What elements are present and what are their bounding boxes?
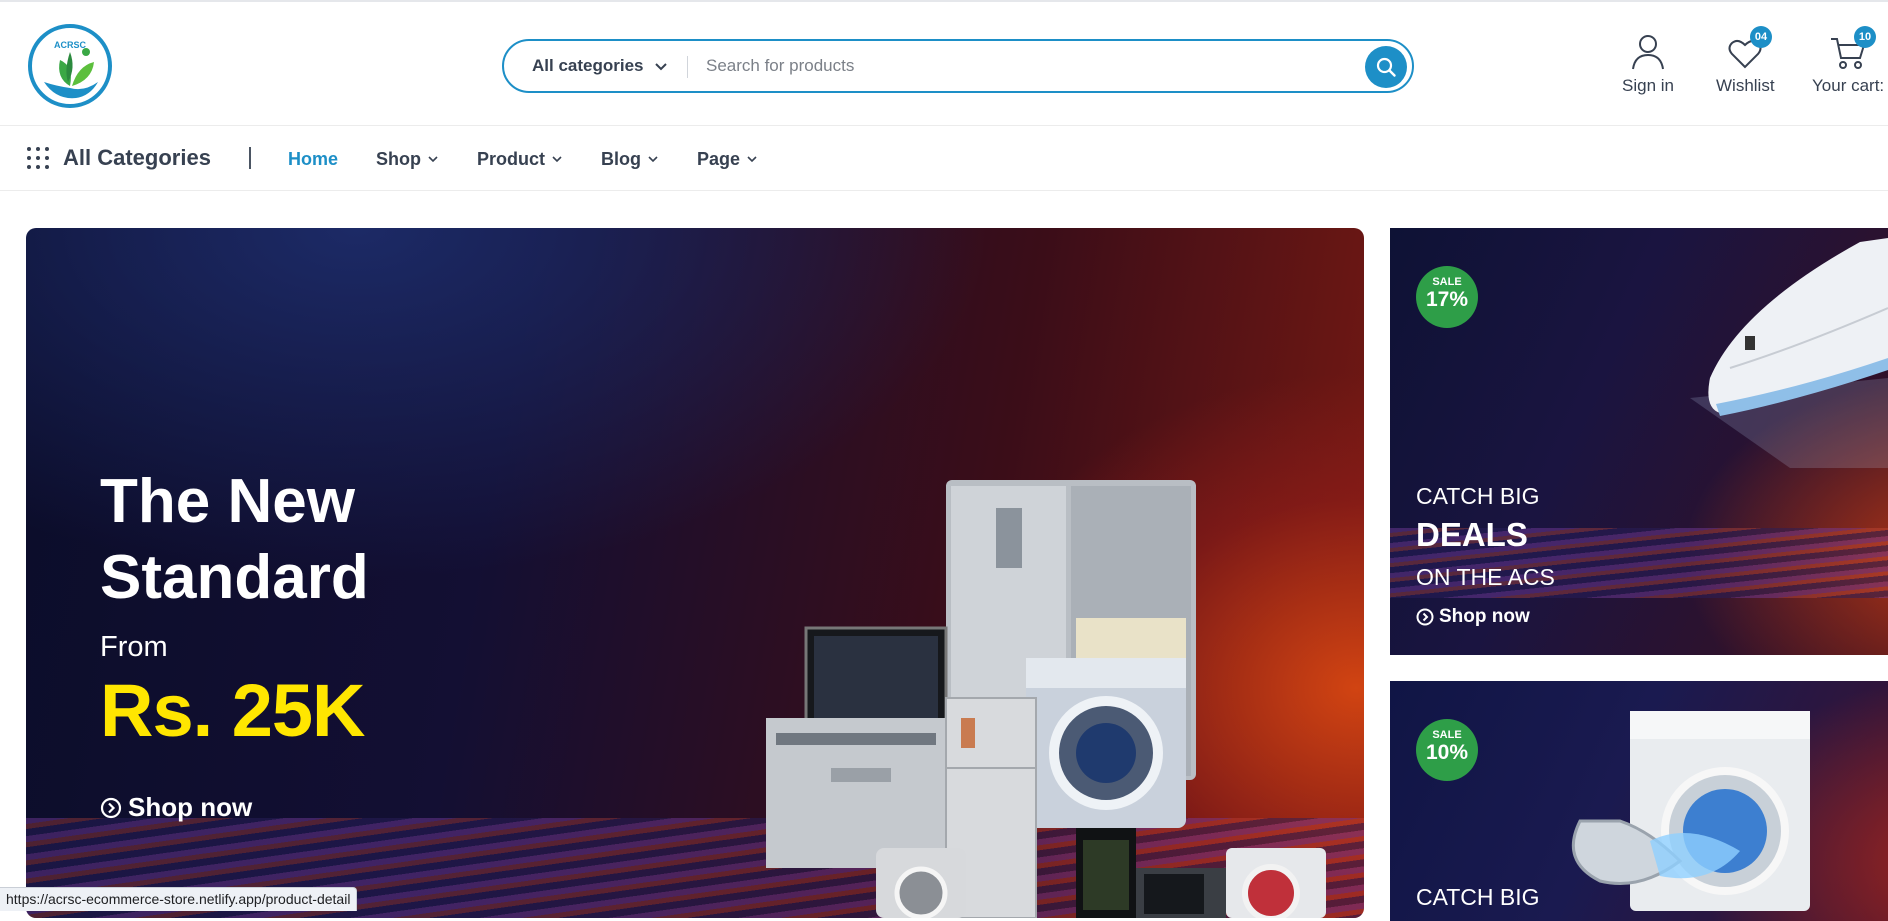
cart-button[interactable]: 10 Your cart: <box>1812 26 1885 96</box>
chevron-down-icon <box>747 156 757 163</box>
search-button[interactable] <box>1365 46 1407 88</box>
ac-deals-banner[interactable]: SALE 17% CATCH BIG DEALS ON THE ACS Shop… <box>1390 228 1888 655</box>
banner-line3: ON THE ACS <box>1416 564 1555 590</box>
search-bar: All categories <box>502 39 1414 93</box>
grid-dots-icon <box>27 147 49 169</box>
nav-item-blog[interactable]: Blog <box>601 149 659 170</box>
home-appliances-image <box>766 480 1326 918</box>
all-categories-button[interactable]: All Categories <box>27 145 211 171</box>
sale-badge-percent: 17% <box>1425 288 1469 311</box>
nav-item-product[interactable]: Product <box>477 149 563 170</box>
signin-label: Sign in <box>1622 76 1674 95</box>
nav-item-home[interactable]: Home <box>288 149 338 170</box>
nav-item-label: Blog <box>601 148 642 169</box>
hero-from-label: From <box>100 631 168 663</box>
signin-button[interactable]: Sign in <box>1622 30 1674 96</box>
nav-item-shop[interactable]: Shop <box>376 149 439 170</box>
wishlist-count-badge: 04 <box>1750 26 1772 48</box>
wishlist-button[interactable]: 04 Wishlist <box>1716 26 1775 96</box>
chevron-down-icon <box>428 156 438 163</box>
chevron-down-icon <box>552 156 562 163</box>
nav-divider <box>249 147 251 169</box>
sale-badge-label: SALE <box>1432 276 1462 288</box>
air-conditioner-image <box>1690 238 1888 468</box>
chevron-down-icon <box>648 156 658 163</box>
all-categories-label: All Categories <box>63 145 211 170</box>
cart-count-badge: 10 <box>1854 26 1876 48</box>
site-logo[interactable]: ACRSC <box>26 22 114 110</box>
sale-badge: SALE 17% <box>1416 266 1478 328</box>
main-nav: All Categories Home Shop Product Blog Pa… <box>0 127 1888 191</box>
banner-line1: CATCH BIG <box>1416 483 1540 509</box>
circle-chevron-right-icon <box>1416 608 1434 626</box>
washer-deals-banner[interactable]: SALE 10% CATCH BIG <box>1390 681 1888 921</box>
hero-headline-line2: Standard <box>100 543 369 612</box>
hero-headline: The New Standard <box>100 464 520 616</box>
ac-shop-now-label: Shop now <box>1439 606 1530 627</box>
chevron-down-icon <box>654 63 667 71</box>
category-select[interactable]: All categories <box>532 41 668 91</box>
search-icon <box>1376 57 1396 77</box>
logo-text: ACRSC <box>54 40 87 50</box>
cart-label: Your cart: <box>1812 76 1885 95</box>
ac-shop-now-link[interactable]: Shop now <box>1416 606 1530 628</box>
hero-banner[interactable]: The New Standard From Rs. 25K Shop now <box>26 228 1364 918</box>
search-divider <box>687 56 688 78</box>
sale-badge-percent: 10% <box>1425 741 1469 764</box>
banner-line1: CATCH BIG <box>1416 884 1540 910</box>
nav-item-label: Home <box>288 148 339 169</box>
category-select-label: All categories <box>532 56 644 75</box>
logo-emblem-icon: ACRSC <box>28 24 112 108</box>
hero-headline-line1: The New <box>100 467 355 536</box>
banner-line2: DEALS <box>1416 516 1528 553</box>
nav-item-label: Product <box>477 148 546 169</box>
hero-price: Rs. 25K <box>100 669 365 752</box>
link-status-url: https://acrsc-ecommerce-store.netlify.ap… <box>0 887 358 911</box>
washing-machine-image <box>1571 711 1810 911</box>
user-icon <box>1631 35 1664 70</box>
search-input[interactable] <box>706 50 1346 82</box>
hero-shop-now-label: Shop now <box>128 792 253 822</box>
nav-menu: Home Shop Product Blog Page <box>288 127 758 191</box>
site-header: ACRSC All categories Sign in 04 Wishlist… <box>0 2 1888 126</box>
nav-item-label: Shop <box>376 148 422 169</box>
wishlist-label: Wishlist <box>1716 76 1775 95</box>
sale-badge: SALE 10% <box>1416 719 1478 781</box>
hero-shop-now-link[interactable]: Shop now <box>100 792 252 823</box>
sale-badge-label: SALE <box>1432 729 1462 741</box>
circle-chevron-right-icon <box>100 797 122 818</box>
nav-item-label: Page <box>697 148 741 169</box>
nav-item-page[interactable]: Page <box>697 149 758 170</box>
